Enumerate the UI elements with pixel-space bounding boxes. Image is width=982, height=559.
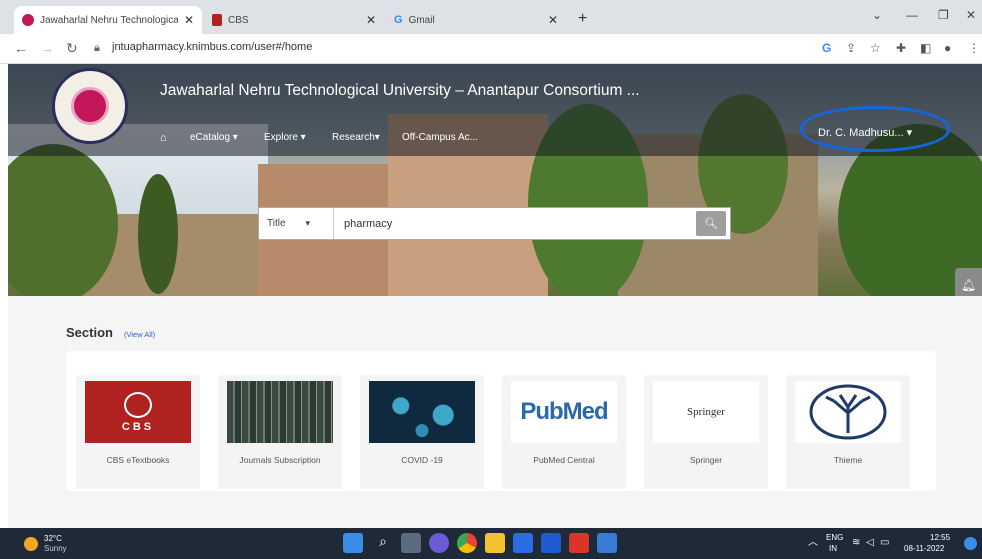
restore-icon[interactable]: ❐ <box>938 8 949 22</box>
back-icon[interactable]: ← <box>14 40 28 56</box>
address-bar: ← → ↻ 🔒︎ jntuapharmacy.knimbus.com/user#… <box>0 34 982 64</box>
sidepanel-icon[interactable]: ◧ <box>920 41 931 55</box>
card-label: Journals Subscription <box>239 455 321 465</box>
pubmed-logo: PubMed <box>511 381 617 443</box>
menu-explore[interactable]: Explore ▾ <box>264 132 306 143</box>
minimize-icon[interactable]: — <box>906 8 918 22</box>
word-icon[interactable] <box>597 533 617 553</box>
task-view-icon[interactable] <box>401 533 421 553</box>
search-input[interactable] <box>334 208 696 239</box>
search-button[interactable]: 🔍︎ <box>696 211 726 236</box>
search-field-select[interactable]: Title ▾ <box>259 208 334 239</box>
card-journals-subscription[interactable]: Journals Subscription <box>218 375 342 489</box>
jntu-favicon-icon <box>22 14 34 26</box>
volume-icon[interactable]: ◁ <box>866 538 874 548</box>
clock-time[interactable]: 12:55 <box>930 533 950 543</box>
windows-taskbar: 32°C Sunny ⌕ ︿ ENG IN ≋ ◁ ▭ 12:55 08-11-… <box>0 528 982 559</box>
card-covid-19[interactable]: COVID -19 <box>360 375 484 489</box>
search-icon[interactable]: ⌕ <box>373 533 393 553</box>
cbs-logo: CBS <box>85 381 191 443</box>
menu-kebab-icon[interactable]: ⋮ <box>968 41 980 55</box>
forward-icon[interactable]: → <box>40 40 54 56</box>
weather-temp: 32°C <box>44 534 62 543</box>
menu-off-campus[interactable]: Off-Campus Ac... <box>402 132 478 143</box>
tab-title: Gmail <box>408 14 435 26</box>
battery-icon[interactable]: ▭ <box>880 538 889 548</box>
covid-virus-image <box>369 381 475 443</box>
windows-start-icon[interactable] <box>343 533 363 553</box>
card-pubmed-central[interactable]: PubMed PubMed Central <box>502 375 626 489</box>
thieme-logo <box>795 381 901 443</box>
cbs-logo-text: CBS <box>121 420 155 433</box>
wifi-icon[interactable]: ≋ <box>852 538 860 548</box>
springer-logo: Springer <box>653 381 759 443</box>
menu-ecatalog[interactable]: eCatalog ▾ <box>190 132 238 143</box>
reload-icon[interactable]: ↻ <box>66 40 78 57</box>
mail-icon[interactable] <box>541 533 561 553</box>
tab-cbs[interactable]: CBS ✕ <box>204 6 384 34</box>
home-icon[interactable]: ⌂ <box>160 132 167 144</box>
pdf-reader-icon[interactable] <box>569 533 589 553</box>
section-title: Section <box>66 325 113 340</box>
tab-close-icon[interactable]: ✕ <box>184 13 194 27</box>
language-region: IN <box>829 544 837 553</box>
logo-emblem <box>71 87 109 125</box>
new-tab-button[interactable]: + <box>578 10 587 28</box>
view-all-link[interactable]: (View All) <box>124 330 155 339</box>
card-label: PubMed Central <box>533 455 595 465</box>
university-logo[interactable] <box>52 68 128 144</box>
weather-sun-icon[interactable] <box>24 537 38 551</box>
card-label: COVID -19 <box>401 455 443 465</box>
language-indicator[interactable]: ENG <box>826 533 843 543</box>
file-explorer-icon[interactable] <box>485 533 505 553</box>
profile-icon[interactable]: ● <box>944 41 951 55</box>
journals-thumbnail-image <box>227 381 333 443</box>
tab-close-icon[interactable]: ✕ <box>548 13 558 27</box>
card-cbs-etextbooks[interactable]: CBS CBS eTextbooks <box>76 375 200 489</box>
browser-tab-bar: Jawaharlal Nehru Technological U ✕ CBS ✕… <box>0 0 982 34</box>
lock-icon[interactable]: 🔒︎ <box>94 42 100 55</box>
weather-desc: Sunny <box>44 544 67 553</box>
hero-banner: Jawaharlal Nehru Technological Universit… <box>8 64 982 296</box>
clock-date: 08-11-2022 <box>904 544 945 553</box>
url-field[interactable]: jntuapharmacy.knimbus.com/user#/home <box>112 41 312 53</box>
chevron-down-icon: ▾ <box>305 218 311 228</box>
card-springer[interactable]: Springer Springer <box>644 375 768 489</box>
search-bar: Title ▾ 🔍︎ <box>258 207 731 240</box>
menu-research[interactable]: Research▾ <box>332 132 380 143</box>
bookmark-star-icon[interactable]: ☆ <box>870 41 881 55</box>
chat-icon[interactable] <box>429 533 449 553</box>
tab-close-icon[interactable]: ✕ <box>366 13 376 27</box>
thieme-tree-icon <box>809 384 887 440</box>
cbs-emblem-icon <box>124 391 152 418</box>
search-icon: 🔍︎ <box>704 218 718 230</box>
extensions-icon[interactable]: ✚ <box>896 41 906 55</box>
share-icon[interactable]: ⇪ <box>846 41 856 55</box>
card-label: CBS eTextbooks <box>106 455 170 465</box>
notification-center-icon[interactable] <box>964 537 977 550</box>
cbs-favicon-icon <box>212 14 222 26</box>
tab-jntu[interactable]: Jawaharlal Nehru Technological U ✕ <box>14 6 202 34</box>
site-title: Jawaharlal Nehru Technological Universit… <box>160 82 640 99</box>
user-menu[interactable]: Dr. C. Madhusu... ▾ <box>818 126 912 139</box>
close-window-icon[interactable]: ✕ <box>966 8 976 22</box>
card-thieme[interactable]: Thieme <box>786 375 910 489</box>
tab-title: Jawaharlal Nehru Technological U <box>40 14 178 26</box>
store-icon[interactable] <box>513 533 533 553</box>
google-icon[interactable]: G <box>822 41 831 55</box>
card-label: Thieme <box>833 455 863 465</box>
chrome-icon[interactable] <box>457 533 477 553</box>
tray-chevron-icon[interactable]: ︿ <box>808 538 818 548</box>
card-label: Springer <box>689 455 723 465</box>
search-field-value: Title <box>267 218 286 229</box>
gmail-favicon-icon: G <box>394 14 403 26</box>
tab-title: CBS <box>228 14 249 26</box>
tree-image-part <box>138 174 178 294</box>
pubmed-logo-text: PubMed <box>520 398 608 425</box>
springer-logo-text: Springer <box>687 406 725 418</box>
tab-gmail[interactable]: G Gmail ✕ <box>386 6 566 34</box>
tab-search-icon[interactable]: ⌄ <box>872 8 882 22</box>
